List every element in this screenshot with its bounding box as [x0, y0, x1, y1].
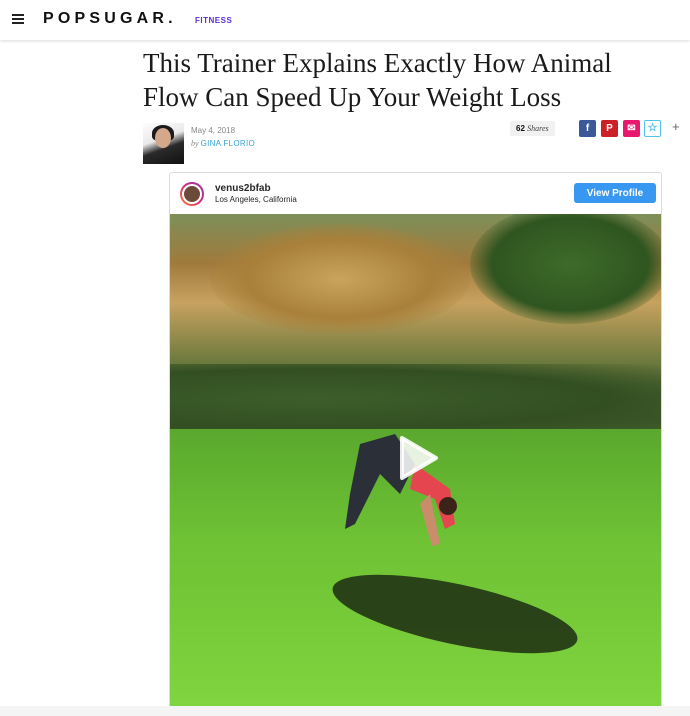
play-icon[interactable]	[396, 434, 440, 482]
email-share-button[interactable]: ✉	[623, 120, 640, 137]
pinterest-share-button[interactable]: P	[601, 120, 618, 137]
more-share-options-button[interactable]: +	[672, 119, 680, 134]
email-icon: ✉	[627, 123, 636, 134]
favorite-button[interactable]: ☆	[644, 120, 661, 137]
instagram-avatar[interactable]	[180, 182, 204, 206]
facebook-icon: f	[585, 123, 590, 134]
byline: by GINA FLORIO	[191, 139, 255, 148]
pinterest-icon: P	[606, 123, 613, 134]
article-date: May 4, 2018	[191, 126, 236, 135]
instagram-username[interactable]: venus2bfab	[215, 183, 271, 194]
article-title: This Trainer Explains Exactly How Animal…	[143, 48, 612, 112]
author-avatar[interactable]	[143, 123, 184, 164]
byline-prefix: by	[191, 139, 199, 148]
section-label[interactable]: FITNESS	[195, 16, 232, 25]
hamburger-menu-icon[interactable]	[12, 14, 24, 24]
instagram-location[interactable]: Los Angeles, California	[215, 195, 297, 204]
top-navigation-bar: POPSUGAR. FITNESS	[0, 0, 690, 40]
popsugar-logo[interactable]: POPSUGAR.	[43, 10, 177, 28]
star-icon: ☆	[647, 122, 658, 134]
author-link[interactable]: GINA FLORIO	[201, 139, 255, 148]
share-count-badge: 62 Shares	[510, 121, 555, 136]
instagram-embed: venus2bfab Los Angeles, California View …	[169, 172, 662, 716]
plus-icon: +	[672, 119, 680, 134]
page-bottom-bar	[0, 706, 690, 716]
facebook-share-button[interactable]: f	[579, 120, 596, 137]
instagram-video[interactable]	[170, 214, 661, 706]
athlete-figure	[345, 434, 457, 546]
share-label: Shares	[527, 124, 549, 133]
share-count: 62	[516, 124, 525, 133]
view-profile-button[interactable]: View Profile	[574, 183, 656, 203]
